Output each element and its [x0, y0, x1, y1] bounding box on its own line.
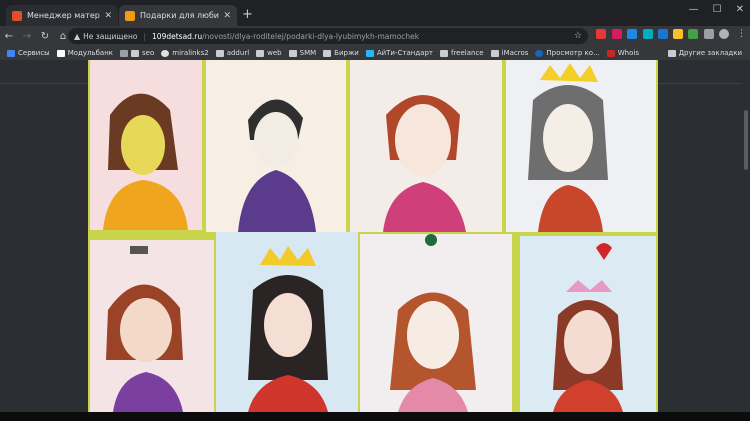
new-tab-plus-icon[interactable]: +	[242, 7, 253, 22]
modulbank-icon	[56, 49, 65, 57]
profile-avatar-icon[interactable]	[719, 29, 729, 39]
folder-icon	[256, 49, 265, 57]
extension-red-icon[interactable]	[596, 29, 606, 39]
bookmark-web[interactable]: web	[256, 49, 282, 57]
extension-yellow-icon[interactable]	[673, 29, 683, 39]
joomla-favicon	[12, 10, 22, 21]
folder-icon	[215, 49, 224, 57]
reload-icon[interactable]: ↻	[36, 31, 54, 42]
minimize-icon[interactable]: —	[689, 4, 699, 15]
forward-arrow-icon[interactable]: →	[18, 31, 36, 42]
folder-icon	[667, 49, 676, 57]
bookmark-prosmotr[interactable]: Просмотр ко...	[535, 49, 600, 57]
extension-cyan-icon[interactable]	[643, 29, 653, 39]
maximize-icon[interactable]: ☐	[713, 4, 722, 15]
whois-icon	[606, 49, 615, 57]
bookmark-other[interactable]: Другие закладки	[667, 49, 742, 57]
bookmark-birzhi[interactable]: Биржи	[323, 49, 359, 57]
tab-materials-manager[interactable]: Менеджер материалов ✕	[6, 5, 118, 26]
bookmark-addurl[interactable]: addurl	[215, 49, 249, 57]
menu-dots-icon[interactable]: ⋮	[737, 29, 746, 39]
close-window-icon[interactable]: ✕	[736, 4, 744, 15]
extension-green-icon[interactable]	[688, 29, 698, 39]
warning-triangle-icon: ▲	[74, 31, 81, 41]
toolbar: ← → ↻ ⌂ ▲ Не защищено | 109detsad.ru /no…	[0, 26, 750, 46]
security-status: Не защищено	[83, 31, 138, 41]
bookmark-miralinks2[interactable]: miralinks2	[161, 49, 209, 57]
bookmarks-bar: Сервисы Модульбанк seo miralinks2 addurl…	[0, 46, 750, 61]
apps-grid-icon	[7, 49, 15, 57]
browser-window: Менеджер материалов ✕ Подарки для любимы…	[0, 0, 750, 421]
miralinks-icon	[161, 49, 170, 57]
pushpin	[425, 234, 437, 246]
folder-icon	[490, 49, 499, 57]
scrollbar[interactable]	[742, 60, 750, 415]
bookmark-whois[interactable]: Whois	[606, 49, 639, 57]
close-icon[interactable]: ✕	[104, 11, 112, 21]
folder-icon	[439, 49, 448, 57]
url-path: /novosti/dlya-roditelej/podarki-dlya-lyu…	[202, 31, 420, 41]
extension-blue-icon[interactable]	[627, 29, 637, 39]
close-icon[interactable]: ✕	[223, 11, 231, 21]
url-host: 109detsad.ru	[152, 31, 203, 41]
separator: |	[143, 31, 147, 41]
bookmark-imacros[interactable]: iMacros	[490, 49, 528, 57]
children-drawings-photo	[88, 60, 658, 412]
tab-strip: Менеджер материалов ✕ Подарки для любимы…	[0, 0, 750, 26]
extensions-puzzle-icon[interactable]	[704, 29, 714, 39]
tab-title: Подарки для любимых	[140, 11, 219, 20]
seo-favicon-icon	[120, 49, 129, 57]
window-controls: — ☐ ✕	[689, 4, 744, 15]
bookmark-modulbank[interactable]: Модульбанк	[56, 49, 113, 57]
extension-teal-icon[interactable]	[658, 29, 668, 39]
joomla-favicon	[125, 10, 135, 21]
extension-pink-icon[interactable]	[612, 29, 622, 39]
bookmark-smm[interactable]: SMM	[288, 49, 316, 57]
view-icon	[535, 49, 544, 57]
bookmark-star-icon[interactable]: ☆	[574, 31, 582, 41]
clip	[130, 246, 148, 254]
bottom-edge	[0, 412, 750, 421]
bookmark-seo[interactable]: seo	[120, 49, 154, 57]
folder-icon	[323, 49, 332, 57]
back-arrow-icon[interactable]: ←	[0, 31, 18, 42]
it-standart-icon	[365, 49, 374, 57]
scrollbar-thumb[interactable]	[744, 110, 748, 170]
folder-icon	[288, 49, 297, 57]
bookmark-it-standart[interactable]: АйТи-Стандарт	[365, 49, 433, 57]
page-content	[0, 60, 750, 415]
tab-title: Менеджер материалов	[27, 11, 100, 20]
tab-gifts[interactable]: Подарки для любимых ✕	[119, 5, 237, 26]
address-bar[interactable]: ▲ Не защищено | 109detsad.ru /novosti/dl…	[68, 28, 588, 44]
folder-icon	[131, 49, 140, 57]
bookmark-services[interactable]: Сервисы	[7, 49, 50, 57]
bookmark-freelance[interactable]: freelance	[439, 49, 484, 57]
drawings-illustration	[88, 60, 658, 412]
